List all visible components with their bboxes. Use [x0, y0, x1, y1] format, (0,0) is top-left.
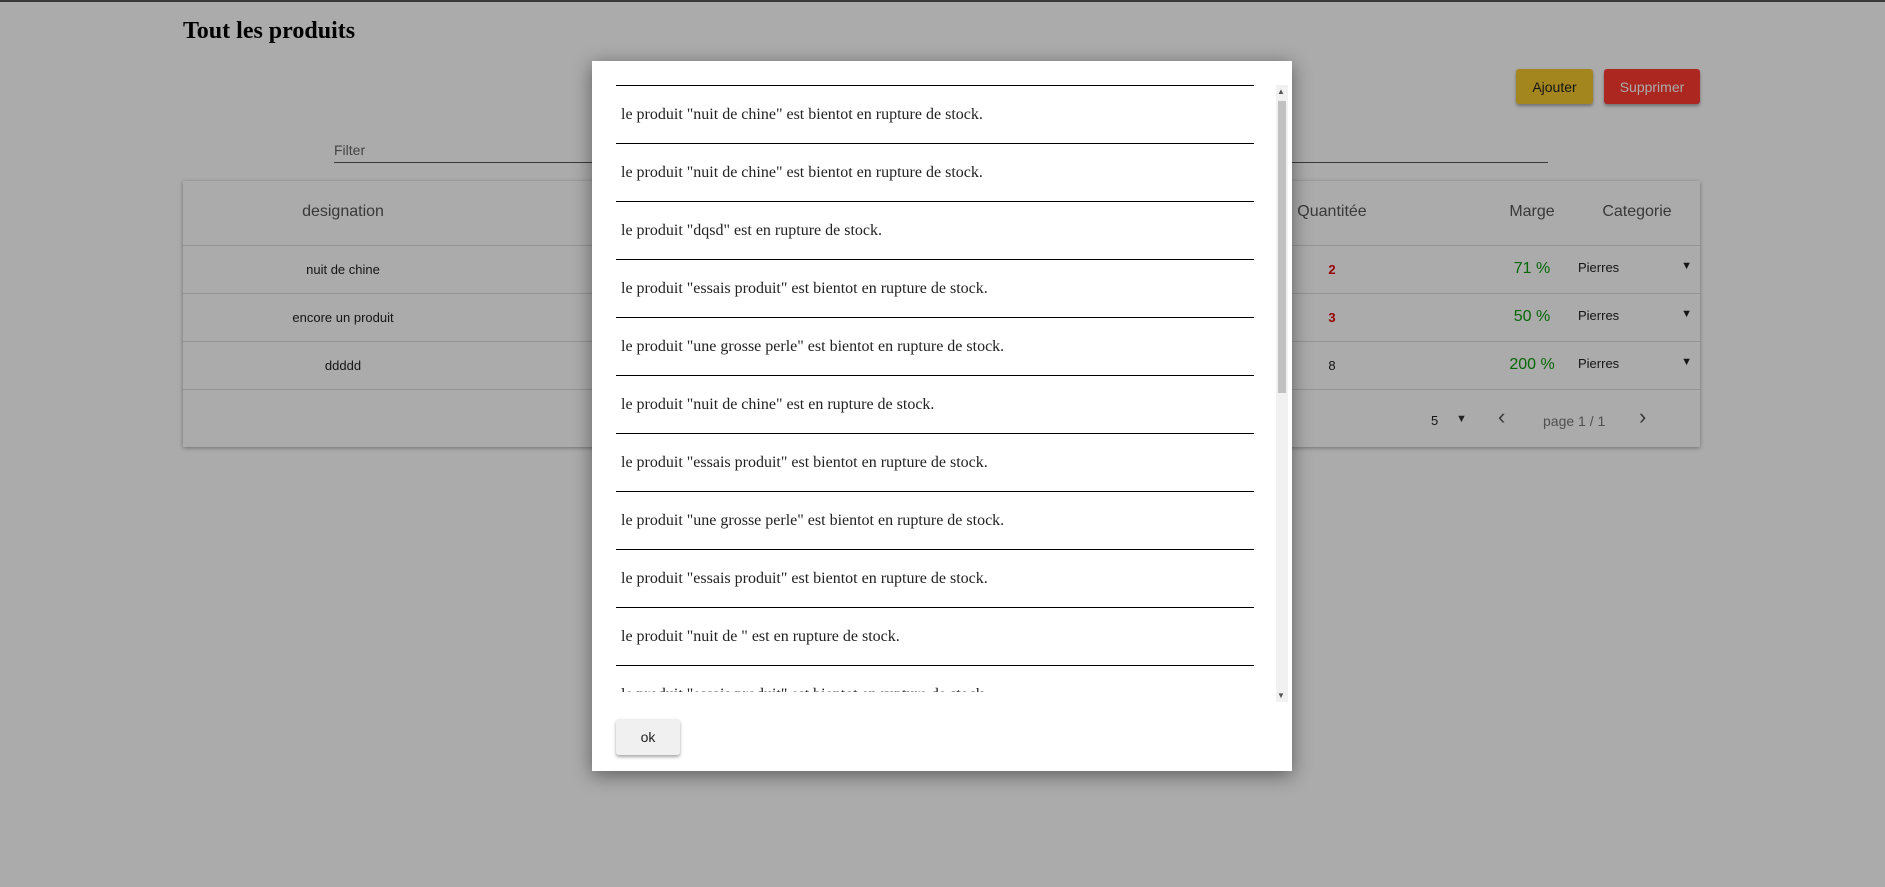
- list-item: le produit "une grosse perle" est biento…: [616, 492, 1254, 550]
- list-item: le produit "une grosse perle" est biento…: [616, 318, 1254, 376]
- list-item: le produit "dqsd" est en rupture de stoc…: [616, 202, 1254, 260]
- stock-alert-dialog: le produit "nuit de chine" est bientot e…: [592, 61, 1292, 771]
- list-item: le produit "nuit de " est en rupture de …: [616, 608, 1254, 666]
- list-item: le produit "essais produit" est bientot …: [616, 260, 1254, 318]
- list-item: le produit "nuit de chine" est bientot e…: [616, 144, 1254, 202]
- list-item: le produit "essais produit" est bientot …: [616, 434, 1254, 492]
- scroll-thumb[interactable]: [1278, 101, 1286, 393]
- scroll-down-icon[interactable]: ▼: [1277, 691, 1285, 700]
- scroll-up-icon[interactable]: ▲: [1277, 87, 1285, 96]
- message-list[interactable]: le produit "nuit de chine" est bientot e…: [616, 85, 1254, 692]
- message-list-scrollbar[interactable]: ▲ ▼: [1276, 85, 1288, 702]
- list-item: le produit "nuit de chine" est en ruptur…: [616, 376, 1254, 434]
- ok-button[interactable]: ok: [616, 719, 680, 755]
- list-item: le produit "essais produit" est bientot …: [616, 666, 1254, 692]
- list-item: le produit "essais produit" est bientot …: [616, 550, 1254, 608]
- list-item: le produit "nuit de chine" est bientot e…: [616, 86, 1254, 144]
